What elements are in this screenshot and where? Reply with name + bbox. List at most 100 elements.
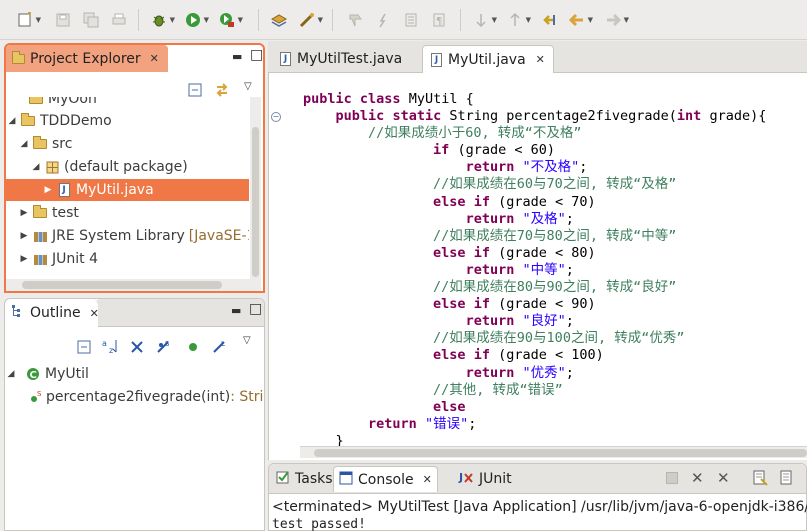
hide-fields-icon[interactable] — [129, 339, 145, 359]
code-line-9: //如果成绩在70与80之间, 转成“中等” — [433, 227, 677, 244]
source-folder-icon — [32, 205, 48, 221]
code-line-6: //如果成绩在60与70之间, 转成“及格” — [433, 176, 677, 193]
library-icon — [32, 251, 48, 267]
scrollbar-thumb[interactable] — [314, 449, 807, 457]
outline-icon — [11, 304, 25, 322]
annotation-icon[interactable] — [346, 11, 364, 29]
main-toolbar: ▼ ▼ ▼ ▼ ▼ ¶ ▼ ▼ ▼ ▼ — [0, 0, 807, 40]
tab-tasks[interactable]: Tasks — [271, 466, 338, 492]
tab-project-explorer[interactable]: Project Explorer ✕ — [6, 45, 168, 72]
chevron-down-icon[interactable]: ◢ — [18, 139, 30, 149]
editor-horizontal-scrollbar[interactable] — [300, 446, 807, 458]
last-edit-icon[interactable] — [540, 11, 558, 29]
new-icon[interactable]: ▼ — [16, 11, 41, 29]
chevron-down-icon[interactable]: ◢ — [5, 369, 17, 379]
tree-item-myutil-java[interactable]: ▶ J MyUtil.java — [6, 179, 249, 201]
open-task-icon[interactable]: ▼ — [298, 11, 323, 29]
tab-console[interactable]: Console ✕ — [333, 466, 438, 492]
code-line-18: //其他, 转成“错误” — [433, 381, 563, 398]
project-explorer-view: Project Explorer ✕ ▬ □ ▽ MyOoh ◢ TDDDemo… — [4, 43, 265, 293]
svg-text:L: L — [221, 340, 225, 348]
console-header: <terminated> MyUtilTest [Java Applicatio… — [272, 499, 807, 515]
chevron-right-icon[interactable]: ▶ — [18, 231, 30, 241]
library-icon — [32, 228, 48, 244]
source-folder-icon — [32, 136, 48, 152]
run-icon[interactable]: ▼ — [184, 11, 209, 29]
close-icon[interactable]: ✕ — [423, 473, 432, 486]
minimize-icon[interactable]: ▬ — [232, 50, 242, 63]
close-icon[interactable]: ✕ — [536, 53, 545, 66]
code-line-10: else if (grade < 80) — [433, 244, 596, 261]
code-line-1: public class MyUtil { — [303, 91, 474, 107]
code-line-2: public static String percentage2fivegrad… — [335, 108, 767, 125]
mark-occurrences-icon[interactable] — [402, 11, 420, 29]
tab-outline[interactable]: Outline ✕ — [5, 299, 99, 327]
save-icon[interactable] — [54, 11, 72, 29]
horizontal-scrollbar[interactable] — [6, 279, 261, 291]
save-all-icon[interactable] — [82, 11, 100, 29]
collapse-all-icon[interactable] — [77, 340, 91, 358]
next-annotation-icon[interactable]: ▼ — [472, 11, 497, 29]
close-icon[interactable]: ✕ — [150, 52, 159, 65]
previous-annotation-icon[interactable]: ▼ — [506, 11, 531, 29]
chevron-right-icon[interactable]: ▶ — [18, 254, 30, 264]
scrollbar-thumb[interactable] — [252, 127, 259, 277]
console-view: Tasks Console ✕ J JUnit ✕ ✕ <terminated>… — [268, 463, 807, 531]
public-static-method-icon: S — [29, 389, 43, 405]
chevron-down-icon[interactable]: ◢ — [6, 116, 18, 126]
maximize-icon[interactable]: □ — [249, 301, 262, 317]
print-icon[interactable] — [110, 11, 128, 29]
external-tools-icon[interactable]: ▼ — [218, 11, 243, 29]
tab-junit[interactable]: J JUnit — [453, 466, 517, 492]
maximize-icon[interactable]: □ — [250, 47, 263, 63]
tab-myutil-java[interactable]: J MyUtil.java ✕ — [422, 45, 554, 73]
outline-item-class[interactable]: ◢ C MyUtil — [5, 363, 89, 385]
project-explorer-title: Project Explorer — [30, 50, 141, 67]
tree-item-test[interactable]: ▶ test — [18, 202, 79, 224]
open-type-icon[interactable] — [270, 11, 288, 29]
tree-item-jre-system-library[interactable]: ▶ JRE System Library [JavaSE-1. — [18, 225, 249, 247]
chevron-right-icon[interactable]: ▶ — [42, 185, 54, 195]
console-output[interactable]: test passed! — [272, 517, 366, 531]
outline-title: Outline — [30, 305, 81, 321]
editor-ruler: − — [269, 74, 283, 446]
tree-item-junit-4[interactable]: ▶ JUnit 4 — [18, 248, 98, 270]
tree-item-tdddemo[interactable]: ◢ TDDDemo — [6, 110, 112, 132]
chevron-down-icon[interactable]: ◢ — [30, 162, 42, 172]
scrollbar-thumb[interactable] — [22, 281, 222, 289]
debug-icon[interactable]: ▼ — [150, 11, 175, 29]
show-whitespace-icon[interactable]: ¶ — [430, 11, 448, 29]
pin-icon[interactable] — [374, 11, 392, 29]
hide-local-types-icon[interactable]: L — [211, 339, 227, 359]
sort-icon[interactable]: az — [101, 338, 119, 358]
code-line-12: //如果成绩在80与90之间, 转成“良好” — [433, 279, 677, 296]
clear-console-icon[interactable] — [752, 470, 768, 490]
tab-myutiltest-java[interactable]: J MyUtilTest.java — [272, 45, 410, 73]
scroll-lock-icon[interactable] — [779, 470, 795, 490]
code-line-17: return "优秀"; — [465, 364, 574, 381]
view-menu-icon[interactable]: ▽ — [243, 335, 251, 346]
vertical-scrollbar[interactable] — [250, 97, 261, 287]
tree-item-src[interactable]: ◢ src — [18, 133, 72, 155]
fold-collapse-icon[interactable]: − — [271, 112, 281, 122]
class-icon: C — [25, 366, 41, 382]
tree-item-myooh[interactable]: MyOoh — [14, 97, 97, 110]
hide-non-public-icon[interactable] — [185, 339, 201, 359]
tree-item-default-package[interactable]: ◢ (default package) — [30, 156, 188, 178]
svg-text:¶: ¶ — [436, 16, 442, 27]
forward-icon[interactable]: ▼ — [604, 11, 629, 29]
minimize-icon[interactable]: ▬ — [231, 304, 241, 317]
outline-item-method[interactable]: S percentage2fivegrade(int) : Stri — [29, 386, 263, 408]
chevron-right-icon[interactable]: ▶ — [18, 208, 30, 218]
code-line-4: if (grade < 60) — [433, 142, 555, 159]
code-editor[interactable]: public class MyUtil { public static Stri… — [303, 91, 766, 450]
back-icon[interactable]: ▼ — [568, 11, 593, 29]
remove-all-terminated-icon[interactable]: ✕ — [717, 469, 730, 487]
code-line-11: return "中等"; — [465, 261, 574, 278]
terminate-icon[interactable] — [666, 472, 678, 484]
svg-text:S: S — [165, 340, 170, 348]
view-menu-icon[interactable]: ▽ — [244, 81, 252, 92]
hide-static-icon[interactable]: S — [155, 339, 171, 359]
console-icon — [339, 471, 353, 489]
remove-launch-icon[interactable]: ✕ — [691, 469, 704, 487]
